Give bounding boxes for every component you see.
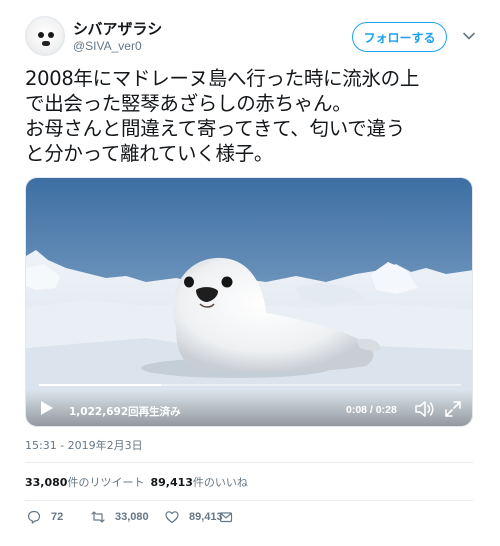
like-action-count: 89,413 (189, 511, 223, 523)
fullscreen-icon[interactable] (444, 400, 462, 418)
retweet-action-count: 33,080 (115, 511, 149, 523)
tweet-text-line: で出会った竪琴あざらしの赤ちゃん。 (25, 92, 352, 115)
divider (25, 462, 473, 463)
reply-count: 72 (51, 511, 64, 523)
retweet-icon (91, 511, 105, 523)
progress-bar[interactable] (39, 384, 461, 386)
user-avatar[interactable] (25, 16, 65, 56)
video-time: 0:08 / 0:28 (346, 404, 397, 416)
like-count: 89,413 (150, 476, 193, 489)
retweet-count: 33,080 (25, 476, 68, 489)
divider (25, 500, 473, 501)
chevron-down-icon[interactable] (462, 29, 476, 43)
user-name[interactable]: シバアザラシ (73, 18, 162, 39)
like-button[interactable]: 89,413 (165, 510, 223, 524)
tweet-text-line: お母さんと間違えて寄ってきて、匂いで違う (25, 117, 405, 140)
reply-icon (27, 510, 41, 524)
retweet-button[interactable]: 33,080 (91, 510, 149, 524)
reply-button[interactable]: 72 (27, 510, 63, 524)
retweet-label: 件のリツイート (67, 476, 145, 489)
dm-button[interactable] (219, 510, 233, 524)
volume-icon[interactable] (414, 400, 434, 418)
tweet-header: シバアザラシ @SIVA_ver0 フォローする (25, 14, 480, 58)
avatar-eye (38, 32, 44, 38)
like-stat[interactable]: 89,413件のいいね (150, 476, 247, 489)
like-label: 件のいいね (192, 476, 248, 489)
avatar-nose (42, 41, 50, 46)
follow-button[interactable]: フォローする (352, 22, 447, 52)
tweet-actions: 72 33,080 89,413 (25, 510, 473, 530)
tweet-text-line: 2008年にマドレーヌ島へ行った時に流氷の上 (25, 67, 420, 90)
view-count: 1,022,692回再生済み (69, 406, 181, 418)
user-handle[interactable]: @SIVA_ver0 (73, 39, 142, 53)
progress-fill (39, 384, 162, 386)
play-icon[interactable] (40, 400, 54, 416)
tweet-timestamp[interactable]: 15:31 - 2019年2月3日 (25, 437, 143, 453)
video-controls: 1,022,692回再生済み 0:08 / 0:28 (26, 390, 472, 426)
tweet-text: 2008年にマドレーヌ島へ行った時に流氷の上 で出会った竪琴あざらしの赤ちゃん。… (25, 66, 480, 166)
video-player[interactable]: 1,022,692回再生済み 0:08 / 0:28 (25, 177, 473, 427)
envelope-icon (219, 512, 233, 523)
tweet-text-line: と分かって離れていく様子。 (25, 142, 274, 165)
retweet-stat[interactable]: 33,080件のリツイート (25, 476, 144, 489)
engagement-stats: 33,080件のリツイート 89,413件のいいね (25, 474, 248, 490)
heart-icon (165, 511, 179, 524)
avatar-eye (48, 32, 54, 38)
